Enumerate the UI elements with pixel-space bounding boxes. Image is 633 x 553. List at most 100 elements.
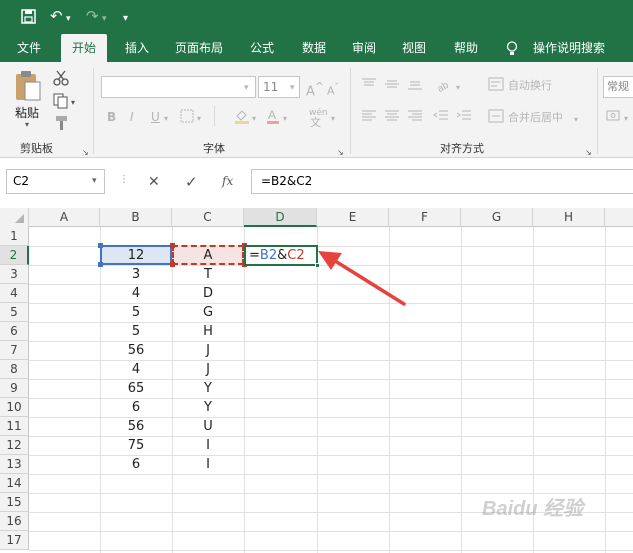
paste-icon[interactable]: [14, 70, 42, 102]
number-format-select[interactable]: 常规: [603, 76, 633, 98]
row-header-2[interactable]: 2: [0, 246, 29, 265]
row-header-12[interactable]: 12: [0, 436, 29, 455]
enter-icon[interactable]: ✓: [185, 173, 198, 191]
cell-c6[interactable]: H: [172, 322, 244, 341]
cell-c3[interactable]: T: [172, 265, 244, 284]
underline-dropdown-icon[interactable]: ▾: [164, 112, 168, 126]
cell-b3[interactable]: 3: [100, 265, 172, 284]
row-header-17[interactable]: 17: [0, 531, 29, 550]
cell-c13[interactable]: I: [172, 455, 244, 474]
customize-qat-icon[interactable]: ▾: [123, 9, 128, 29]
cell-b13[interactable]: 6: [100, 455, 172, 474]
row-header-16[interactable]: 16: [0, 512, 29, 531]
bold-button[interactable]: B: [107, 110, 116, 124]
formula-input[interactable]: =B2&C2: [251, 169, 633, 194]
merge-center-button[interactable]: 合并后居中: [508, 111, 563, 125]
name-box[interactable]: C2: [6, 169, 105, 194]
row-header-15[interactable]: 15: [0, 493, 29, 512]
cell-c11[interactable]: U: [172, 417, 244, 436]
tab-data[interactable]: 数据: [292, 34, 336, 62]
cell-c4[interactable]: D: [172, 284, 244, 303]
worksheet-grid[interactable]: A B C D E F G H 1 2 3 4 5 6 7 8 9 10 11 …: [0, 208, 633, 553]
fill-color-dropdown-icon[interactable]: ▾: [252, 112, 256, 126]
font-color-dropdown-icon[interactable]: ▾: [283, 112, 287, 126]
tab-home[interactable]: 开始: [61, 34, 107, 62]
align-top-icon[interactable]: [361, 78, 377, 90]
row-header-13[interactable]: 13: [0, 455, 29, 474]
orientation-icon[interactable]: ab: [436, 76, 454, 92]
decrease-font-icon[interactable]: Aˇ: [327, 81, 339, 99]
wrap-text-button[interactable]: 自动换行: [508, 79, 552, 93]
column-header-b[interactable]: B: [100, 208, 172, 227]
increase-indent-icon[interactable]: [456, 110, 472, 122]
paste-button[interactable]: 粘贴: [15, 104, 39, 121]
cell-c7[interactable]: J: [172, 341, 244, 360]
orientation-dropdown-icon[interactable]: ▾: [456, 81, 460, 95]
row-header-5[interactable]: 5: [0, 303, 29, 322]
cell-c12[interactable]: I: [172, 436, 244, 455]
formula-bar-grip-icon[interactable]: ⋮: [119, 174, 129, 185]
currency-dropdown-icon[interactable]: ▾: [624, 112, 628, 126]
cell-b11[interactable]: 56: [100, 417, 172, 436]
row-header-14[interactable]: 14: [0, 474, 29, 493]
redo-icon[interactable]: ↷: [86, 6, 99, 26]
row-header-4[interactable]: 4: [0, 284, 29, 303]
row-header-11[interactable]: 11: [0, 417, 29, 436]
select-all-corner[interactable]: [0, 208, 29, 227]
row-header-6[interactable]: 6: [0, 322, 29, 341]
increase-font-icon[interactable]: A^: [306, 80, 324, 99]
align-right-icon[interactable]: [407, 110, 423, 122]
cell-b10[interactable]: 6: [100, 398, 172, 417]
tab-formulas[interactable]: 公式: [240, 34, 284, 62]
cell-b4[interactable]: 4: [100, 284, 172, 303]
currency-format-icon[interactable]: [606, 108, 622, 122]
borders-dropdown-icon[interactable]: ▾: [197, 112, 201, 126]
cut-icon[interactable]: [53, 70, 69, 86]
column-header-c[interactable]: C: [172, 208, 244, 227]
align-middle-icon[interactable]: [384, 78, 400, 90]
fill-color-icon[interactable]: [234, 108, 250, 124]
cell-b8[interactable]: 4: [100, 360, 172, 379]
column-header-i[interactable]: [605, 208, 633, 227]
row-header-7[interactable]: 7: [0, 341, 29, 360]
undo-icon[interactable]: ↶: [50, 6, 63, 26]
cell-b7[interactable]: 56: [100, 341, 172, 360]
column-header-d[interactable]: D: [244, 208, 317, 227]
font-color-icon[interactable]: A: [266, 108, 280, 124]
cell-b6[interactable]: 5: [100, 322, 172, 341]
tab-page-layout[interactable]: 页面布局: [168, 34, 230, 62]
insert-function-icon[interactable]: fx: [222, 174, 233, 188]
paste-dropdown-icon[interactable]: ▾: [25, 120, 29, 129]
align-left-icon[interactable]: [361, 110, 377, 122]
active-cell-d2[interactable]: =B2&C2: [244, 245, 318, 266]
column-header-e[interactable]: E: [317, 208, 389, 227]
merge-dropdown-icon[interactable]: ▾: [574, 113, 578, 127]
column-header-a[interactable]: A: [29, 208, 100, 227]
decrease-indent-icon[interactable]: [433, 110, 449, 122]
cell-b2[interactable]: 12: [100, 246, 172, 265]
row-header-8[interactable]: 8: [0, 360, 29, 379]
tab-file[interactable]: 文件: [6, 34, 52, 62]
column-header-h[interactable]: H: [533, 208, 605, 227]
save-icon[interactable]: [21, 9, 36, 24]
wrap-text-icon[interactable]: [488, 77, 504, 91]
borders-icon[interactable]: [180, 109, 194, 123]
row-header-1[interactable]: 1: [0, 227, 29, 246]
row-header-10[interactable]: 10: [0, 398, 29, 417]
row-header-9[interactable]: 9: [0, 379, 29, 398]
cell-c9[interactable]: Y: [172, 379, 244, 398]
cell-c5[interactable]: G: [172, 303, 244, 322]
underline-button[interactable]: U: [151, 110, 160, 124]
redo-dropdown-icon[interactable]: ▾: [102, 9, 107, 29]
cell-b12[interactable]: 75: [100, 436, 172, 455]
cell-c8[interactable]: J: [172, 360, 244, 379]
align-center-icon[interactable]: [384, 110, 400, 122]
phonetic-dropdown-icon[interactable]: ▾: [331, 112, 335, 126]
undo-dropdown-icon[interactable]: ▾: [66, 9, 71, 29]
name-box-dropdown-icon[interactable]: ▾: [92, 176, 97, 186]
format-painter-icon[interactable]: [53, 115, 69, 131]
tab-help[interactable]: 帮助: [444, 34, 488, 62]
italic-button[interactable]: I: [130, 110, 134, 124]
font-name-select[interactable]: [101, 76, 256, 98]
column-header-g[interactable]: G: [461, 208, 533, 227]
